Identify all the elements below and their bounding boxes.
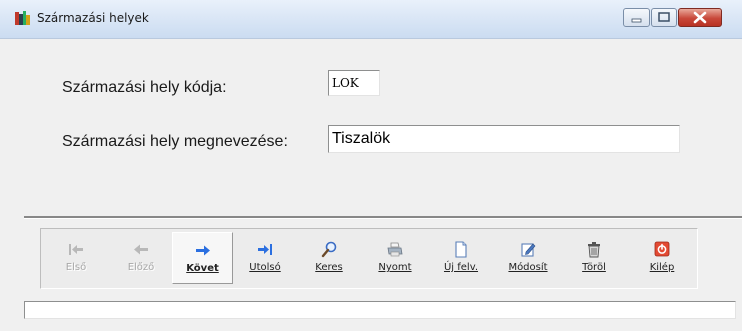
maximize-icon xyxy=(658,12,670,22)
new-record-button[interactable]: Új felv. xyxy=(433,232,489,284)
window-title: Származási helyek xyxy=(37,11,149,25)
first-record-label: Első xyxy=(65,262,87,273)
close-button[interactable] xyxy=(678,8,722,27)
close-icon xyxy=(693,11,707,24)
code-field[interactable]: LOK xyxy=(328,70,380,96)
print-button[interactable]: Nyomt xyxy=(367,232,423,284)
printer-icon xyxy=(387,242,403,257)
new-document-icon xyxy=(455,241,467,258)
first-arrow-icon xyxy=(69,244,83,255)
previous-record-button[interactable]: Előző xyxy=(113,232,169,284)
next-record-label: Követ xyxy=(186,263,219,274)
modify-button[interactable]: Módosít xyxy=(500,232,556,284)
magnifier-icon xyxy=(321,241,337,258)
minimize-button[interactable] xyxy=(623,8,650,27)
new-record-label: Új felv. xyxy=(443,262,479,273)
trash-icon xyxy=(588,242,600,258)
print-label: Nyomt xyxy=(378,262,412,273)
last-record-label: Utolsó xyxy=(249,262,281,273)
search-button[interactable]: Keres xyxy=(301,232,357,284)
last-record-button[interactable]: Utolsó xyxy=(237,232,293,284)
modify-label: Módosít xyxy=(508,262,548,273)
maximize-button[interactable] xyxy=(651,8,677,27)
edit-icon xyxy=(521,243,536,257)
minimize-icon xyxy=(631,18,642,23)
delete-button[interactable]: Töröl xyxy=(566,232,622,284)
next-record-button[interactable]: Követ xyxy=(172,232,233,284)
first-record-button[interactable]: Első xyxy=(48,232,104,284)
exit-label: Kilép xyxy=(649,262,675,273)
form-divider xyxy=(24,216,742,219)
delete-label: Töröl xyxy=(582,262,606,273)
exit-icon xyxy=(654,241,670,257)
navigation-toolbar: Első Előző Követ Utolsó Keres Nyomt Új f… xyxy=(40,228,698,289)
left-arrow-icon xyxy=(134,244,148,255)
status-bar xyxy=(24,301,736,319)
name-field[interactable]: Tiszalök xyxy=(328,125,680,153)
right-arrow-icon xyxy=(195,245,210,256)
search-label: Keres xyxy=(315,262,343,273)
previous-record-label: Előző xyxy=(127,262,155,273)
exit-button[interactable]: Kilép xyxy=(634,232,690,284)
app-window: Származási helyek Származási hely kódja:… xyxy=(0,0,742,331)
app-books-icon xyxy=(15,11,30,25)
title-bar[interactable]: Származási helyek xyxy=(0,0,742,39)
last-arrow-icon xyxy=(258,244,272,255)
name-label: Származási hely megnevezése: xyxy=(62,133,288,150)
code-label: Származási hely kódja: xyxy=(62,79,227,96)
